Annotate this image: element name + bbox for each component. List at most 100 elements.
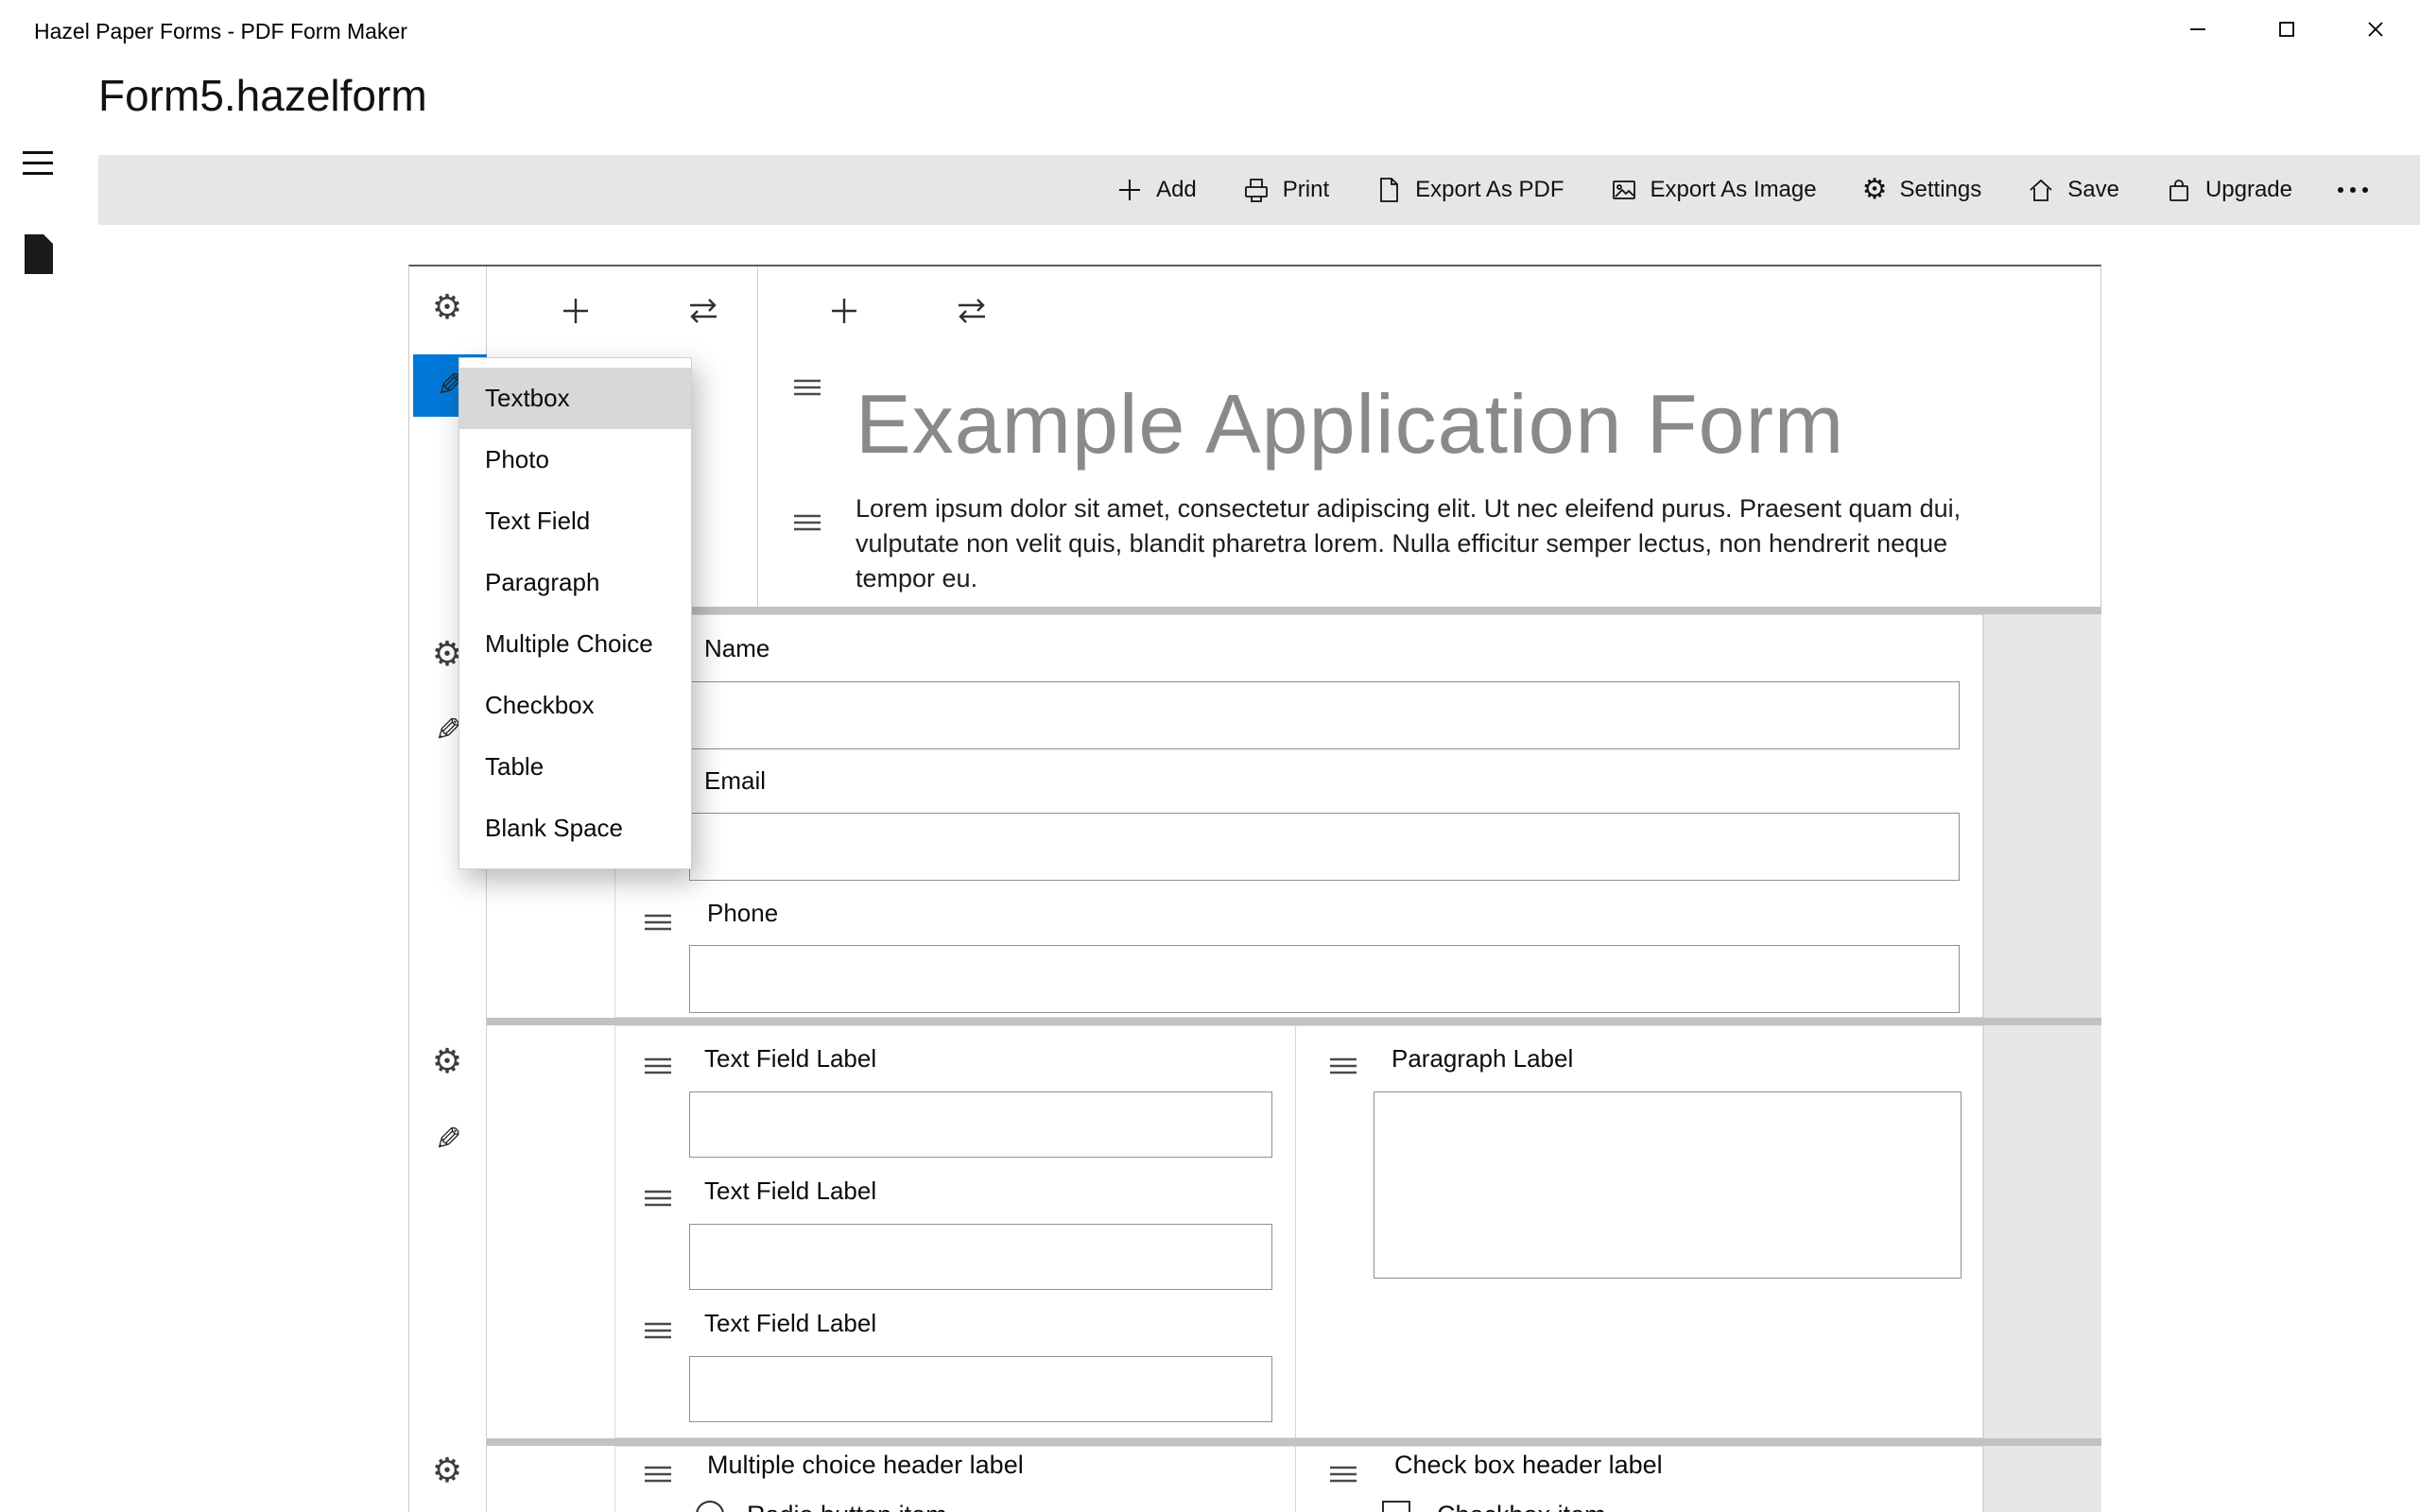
drag-handle-icon (1328, 1465, 1358, 1488)
document-icon (23, 262, 55, 278)
checkbox-item-label: Checkbox item (1437, 1501, 1606, 1512)
phone-input[interactable] (689, 945, 1960, 1013)
document-tab[interactable] (23, 234, 55, 279)
paragraph-textarea[interactable] (1374, 1091, 1962, 1279)
ellipsis-icon (2338, 187, 2368, 193)
text-field-3-drag-handle[interactable] (639, 1314, 677, 1351)
plus-icon (1115, 176, 1144, 204)
text-field-2-drag-handle[interactable] (639, 1181, 677, 1219)
window-titlebar: Hazel Paper Forms - PDF Form Maker (0, 0, 2420, 62)
checkbox-group-header: Check box header label (1394, 1450, 1663, 1480)
swap-arrows-icon (953, 295, 991, 332)
export-image-button[interactable]: Export As Image (1610, 176, 1817, 204)
menu-button[interactable] (23, 151, 53, 176)
text-field-1-label: Text Field Label (704, 1043, 876, 1074)
toolbar: Add Print Export As PDF (98, 155, 2420, 225)
form-description: Lorem ipsum dolor sit amet, consectetur … (856, 491, 2020, 596)
gear-icon: ⚙ (432, 291, 462, 325)
menu-item-checkbox[interactable]: Checkbox (459, 675, 691, 736)
drag-handle-icon (643, 1057, 673, 1080)
more-button[interactable] (2338, 187, 2380, 193)
section1-settings-button[interactable]: ⚙ (428, 289, 466, 327)
section-separator (487, 607, 2101, 614)
gear-icon: ⚙ (1862, 176, 1888, 204)
reorder-columns-button[interactable] (684, 294, 722, 332)
text-field-3-label: Text Field Label (704, 1308, 876, 1338)
minimize-icon (2187, 19, 2208, 44)
paragraph-field-label: Paragraph Label (1392, 1043, 1573, 1074)
checkbox-group-drag-handle[interactable] (1324, 1457, 1362, 1495)
export-pdf-button[interactable]: Export As PDF (1374, 176, 1564, 204)
add-element-button[interactable] (557, 294, 595, 332)
text-field-3-input[interactable] (689, 1356, 1272, 1422)
hamburger-icon (23, 151, 53, 154)
app-sidebar: i (0, 62, 78, 1512)
add-button[interactable]: Add (1115, 176, 1197, 204)
radio-item-label: Radio button item (747, 1501, 947, 1512)
drag-handle-icon (643, 1189, 673, 1212)
home-icon (2027, 176, 2055, 204)
section4-settings-button[interactable]: ⚙ (428, 1452, 466, 1490)
paragraph-field-drag-handle[interactable] (1324, 1049, 1362, 1087)
checkbox-icon[interactable] (1382, 1501, 1410, 1512)
add-element-button[interactable] (825, 294, 863, 332)
menu-item-textbox[interactable]: Textbox (459, 368, 691, 429)
section3-settings-button[interactable]: ⚙ (428, 1043, 466, 1081)
plus-icon (826, 293, 862, 334)
plus-icon (558, 293, 594, 334)
printer-icon (1242, 176, 1270, 204)
reorder-columns-button[interactable] (953, 294, 991, 332)
menu-item-table[interactable]: Table (459, 736, 691, 798)
text-field-2-input[interactable] (689, 1224, 1272, 1290)
phone-field-label: Phone (707, 898, 778, 928)
name-field-label: Name (704, 633, 769, 663)
image-icon (1610, 176, 1638, 204)
settings-button[interactable]: ⚙ Settings (1862, 176, 1982, 204)
multiple-choice-header: Multiple choice header label (707, 1450, 1024, 1480)
name-input[interactable] (689, 681, 1960, 749)
filename-title: Form5.hazelform (98, 70, 427, 121)
swap-arrows-icon (684, 295, 722, 332)
text-field-1-drag-handle[interactable] (639, 1049, 677, 1087)
drag-handle-icon (643, 913, 673, 936)
menu-item-photo[interactable]: Photo (459, 429, 691, 490)
drag-handle-icon (643, 1321, 673, 1345)
text-field-2-label: Text Field Label (704, 1176, 876, 1206)
document-icon (1374, 176, 1403, 204)
email-input[interactable] (689, 813, 1960, 881)
gear-icon: ⚙ (432, 1454, 462, 1488)
form-description-drag-handle[interactable] (788, 506, 826, 543)
form-title: Example Application Form (856, 376, 1844, 472)
section-separator (487, 1438, 2101, 1446)
pencil-icon: ✎ (435, 714, 462, 747)
window-title: Hazel Paper Forms - PDF Form Maker (34, 19, 407, 44)
maximize-button[interactable] (2242, 0, 2331, 62)
bag-icon (2165, 176, 2193, 204)
menu-item-paragraph[interactable]: Paragraph (459, 552, 691, 613)
text-field-1-input[interactable] (689, 1091, 1272, 1158)
close-button[interactable] (2331, 0, 2420, 62)
divider (757, 266, 758, 607)
divider (1295, 1446, 1296, 1512)
close-icon (2365, 19, 2386, 44)
app-window: Hazel Paper Forms - PDF Form Maker (0, 0, 2420, 1512)
minimize-button[interactable] (2153, 0, 2242, 62)
save-button[interactable]: Save (2027, 176, 2119, 204)
drag-handle-icon (792, 378, 822, 402)
canvas-margin (1983, 614, 2101, 1512)
pencil-icon: ✎ (435, 1124, 462, 1156)
element-type-menu: Textbox Photo Text Field Paragraph Multi… (458, 357, 692, 869)
menu-item-multiple-choice[interactable]: Multiple Choice (459, 613, 691, 675)
window-controls (2153, 0, 2420, 62)
menu-item-text-field[interactable]: Text Field (459, 490, 691, 552)
multiple-choice-drag-handle[interactable] (639, 1457, 677, 1495)
menu-item-blank-space[interactable]: Blank Space (459, 798, 691, 859)
phone-field-drag-handle[interactable] (639, 905, 677, 943)
print-button[interactable]: Print (1242, 176, 1329, 204)
section3-edit-button[interactable]: ✎ (429, 1121, 467, 1159)
form-title-drag-handle[interactable] (788, 370, 826, 408)
upgrade-button[interactable]: Upgrade (2165, 176, 2292, 204)
section-separator (487, 1018, 2101, 1025)
drag-handle-icon (792, 513, 822, 537)
drag-handle-icon (643, 1465, 673, 1488)
